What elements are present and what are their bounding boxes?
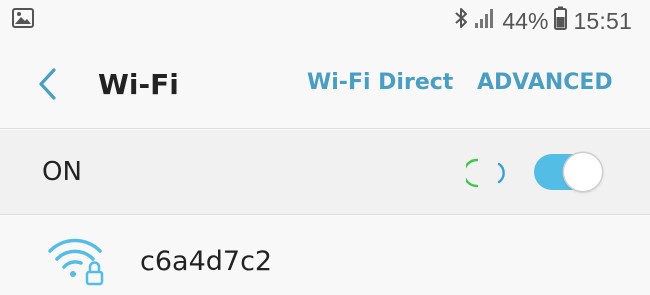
switch-divider	[0, 214, 650, 215]
status-indicators: 44% 15:51	[454, 6, 632, 36]
header-divider	[0, 128, 650, 129]
bluetooth-icon	[454, 6, 468, 36]
battery-percent: 44%	[502, 7, 549, 34]
advanced-button[interactable]: ADVANCED	[477, 70, 613, 95]
page-title: Wi-Fi	[98, 68, 179, 101]
status-bar: 44% 15:51	[0, 0, 650, 40]
image-icon	[12, 8, 34, 33]
loading-spinner-icon	[462, 156, 510, 190]
app-header: Wi-Fi Wi-Fi Direct ADVANCED	[0, 48, 650, 124]
wifi-switch-label: ON	[42, 157, 82, 187]
signal-icon	[474, 7, 496, 35]
wifi-switch-row[interactable]: ON	[0, 130, 650, 214]
wifi-locked-icon	[46, 236, 108, 286]
status-time: 15:51	[573, 7, 632, 34]
wifi-toggle[interactable]	[534, 153, 602, 191]
toggle-knob	[564, 153, 602, 191]
battery-icon	[554, 6, 568, 36]
back-button[interactable]	[34, 66, 60, 102]
network-name: c6a4d7c2	[140, 246, 273, 277]
chevron-left-icon	[39, 68, 56, 100]
wifi-settings-screen: 44% 15:51 Wi-Fi Wi-Fi Direct ADVANCED ON	[0, 0, 650, 295]
network-item[interactable]: c6a4d7c2	[0, 216, 650, 295]
wifi-direct-button[interactable]: Wi-Fi Direct	[307, 70, 453, 95]
